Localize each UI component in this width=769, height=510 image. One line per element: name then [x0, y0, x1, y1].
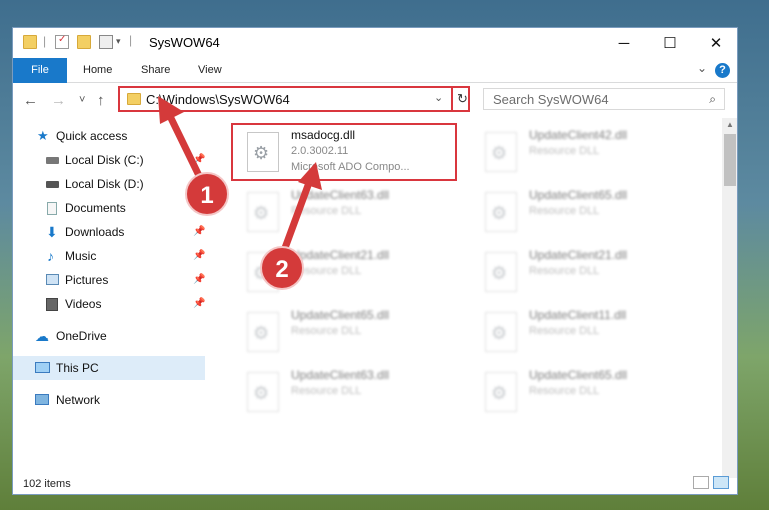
step-badge-2: 2 [260, 246, 304, 290]
arrow-2-line [281, 176, 314, 252]
arrow-2-head [298, 162, 322, 190]
step-badge-1: 1 [185, 172, 229, 216]
annotation-arrows [158, 96, 322, 252]
